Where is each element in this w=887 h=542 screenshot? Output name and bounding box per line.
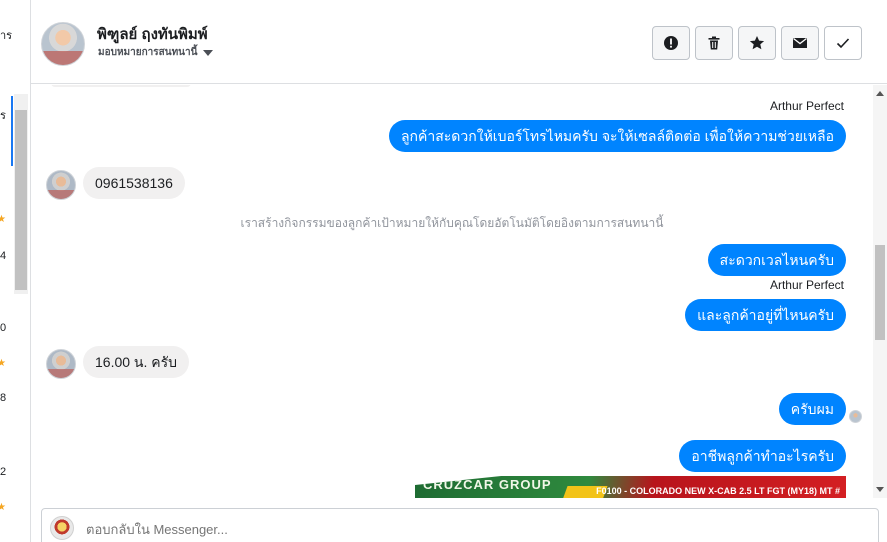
attachment-image[interactable]: CRUZCAR GROUP F0100 - COLORADO NEW X-CAB…	[415, 476, 846, 498]
star-icon: ★	[0, 215, 6, 225]
sender-name: Arthur Perfect	[769, 99, 844, 113]
list-fragment: 0	[0, 322, 7, 334]
message-bubble-outgoing[interactable]: ลูกค้าสะดวกให้เบอร์โทรไหมครับ จะให้เซลล์…	[388, 120, 846, 152]
assign-conversation-dropdown[interactable]: มอบหมายการสนทนานี้	[98, 45, 214, 60]
list-fragment: 4	[0, 250, 7, 262]
checkmark-icon	[836, 38, 850, 49]
image-text-brand: CRUZCAR GROUP	[423, 477, 552, 492]
conversation-header: พิฑูลย์ ฤงทันพิมพ์ มอบหมายการสนทนานี้	[31, 0, 887, 84]
message-thread[interactable]: Arthur Perfect ลูกค้าสะดวกให้เบอร์โทรไหม…	[31, 85, 887, 498]
delete-button[interactable]	[695, 26, 733, 60]
scroll-down-icon[interactable]	[876, 487, 884, 492]
page-avatar	[50, 516, 74, 540]
list-scrollbar-thumb[interactable]	[15, 110, 27, 290]
star-icon	[749, 36, 765, 50]
scroll-up-icon[interactable]	[876, 91, 884, 96]
trash-icon	[708, 36, 720, 50]
mark-spam-button[interactable]	[652, 26, 690, 60]
star-icon: ★	[0, 503, 6, 513]
avatar[interactable]	[41, 22, 85, 66]
message-bubble-outgoing[interactable]: สะดวกเวลไหนครับ	[707, 244, 846, 276]
image-text-model: F0100 - COLORADO NEW X-CAB 2.5 LT FGT (M…	[596, 486, 840, 496]
envelope-icon	[793, 37, 807, 48]
assign-label: มอบหมายการสนทนานี้	[98, 47, 198, 58]
selected-indicator	[11, 96, 13, 166]
read-receipt-avatar	[849, 410, 862, 423]
mark-unread-button[interactable]	[781, 26, 819, 60]
message-bubble-incoming[interactable]: 16.00 น. ครับ	[83, 346, 190, 378]
reply-composer	[31, 498, 887, 542]
previous-message-edge	[51, 85, 191, 87]
list-fragment: 8	[0, 392, 7, 404]
reply-input[interactable]	[86, 522, 786, 537]
message-bubble-incoming[interactable]: 0961538136	[83, 167, 185, 199]
thread-scrollbar-thumb[interactable]	[875, 245, 885, 340]
mark-done-button[interactable]	[824, 26, 862, 60]
header-actions	[652, 26, 862, 60]
list-fragment: 2	[0, 466, 7, 478]
inbox-root: าร ร 4 0 8 2 ★ ★ ★ พิฑูลย์ ฤงทันพิมพ์ มอ…	[0, 0, 887, 542]
list-fragment: ร	[0, 110, 6, 122]
sender-name: Arthur Perfect	[769, 278, 844, 292]
message-bubble-outgoing[interactable]: อาชีพลูกค้าทำอะไรครับ	[679, 440, 846, 472]
exclamation-circle-icon	[664, 36, 678, 50]
reply-box[interactable]	[41, 508, 879, 542]
thread-scrollbar[interactable]	[873, 85, 887, 498]
message-bubble-outgoing[interactable]: ครับผม	[778, 393, 846, 425]
follow-up-button[interactable]	[738, 26, 776, 60]
avatar	[46, 349, 76, 379]
message-bubble-outgoing[interactable]: และลูกค้าอยู่ที่ไหนครับ	[685, 299, 846, 331]
avatar	[46, 170, 76, 200]
contact-name[interactable]: พิฑูลย์ ฤงทันพิมพ์	[97, 22, 208, 46]
conversation-list-edge: าร ร 4 0 8 2 ★ ★ ★	[0, 0, 31, 542]
caret-down-icon	[203, 49, 214, 56]
list-fragment: าร	[0, 30, 13, 42]
system-notice: เราสร้างกิจกรรมของลูกค้าเป้าหมายให้กับคุ…	[240, 216, 664, 230]
star-icon: ★	[0, 359, 6, 369]
